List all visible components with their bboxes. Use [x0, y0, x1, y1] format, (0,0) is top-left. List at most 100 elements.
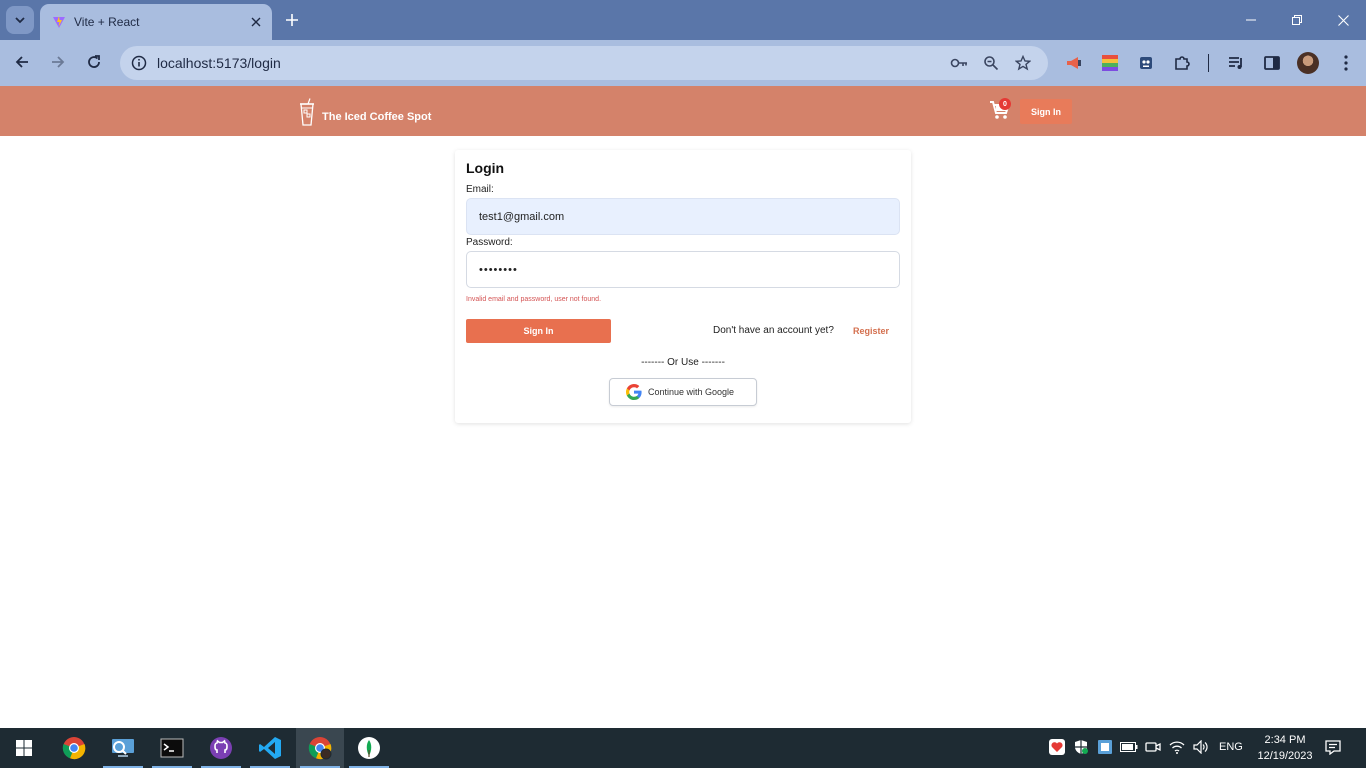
close-window-button[interactable]	[1320, 0, 1366, 40]
extensions-button[interactable]	[1170, 51, 1194, 75]
forward-arrow-icon	[52, 56, 65, 68]
github-desktop-icon	[210, 737, 232, 759]
start-button[interactable]	[0, 728, 48, 768]
cart-count-badge: 0	[999, 98, 1011, 110]
plus-icon	[286, 14, 298, 26]
camera-icon	[1145, 742, 1161, 752]
password-field[interactable]: ••••••••	[466, 251, 900, 288]
brand-link[interactable]: The Iced Coffee Spot	[298, 98, 431, 126]
forward-button[interactable]	[44, 48, 72, 76]
megaphone-extension-icon	[1067, 57, 1081, 69]
heart-icon	[1049, 739, 1065, 755]
back-button[interactable]	[8, 48, 36, 76]
iced-coffee-logo-icon	[300, 98, 314, 126]
site-info-button[interactable]	[128, 52, 150, 74]
tab-title: Vite + React	[74, 15, 140, 29]
email-label: Email:	[466, 184, 494, 195]
header-signin-button[interactable]: Sign In	[1020, 99, 1072, 124]
password-label: Password:	[466, 237, 513, 248]
notification-button[interactable]	[1324, 738, 1342, 756]
taskbar-terminal[interactable]	[148, 728, 196, 768]
key-icon	[950, 58, 967, 68]
robot-extension-icon	[1140, 57, 1152, 69]
site-header: The Iced Coffee Spot Sign In	[0, 86, 1366, 136]
color-palette-extension-button[interactable]	[1098, 51, 1122, 75]
back-arrow-icon	[15, 56, 28, 68]
zoom-icon	[984, 56, 999, 71]
battery-icon	[1120, 742, 1138, 752]
or-use-divider: ------- Or Use -------	[641, 357, 725, 368]
taskbar-chrome[interactable]	[50, 728, 98, 768]
bookmark-button[interactable]	[1012, 52, 1034, 74]
browser-tab[interactable]: Vite + React	[40, 4, 272, 40]
mongodb-compass-icon	[358, 737, 380, 759]
tab-search-button[interactable]	[6, 6, 34, 34]
tray-heart[interactable]	[1048, 738, 1066, 756]
color-palette-extension-icon	[1102, 55, 1118, 71]
register-link[interactable]: Register	[853, 326, 889, 336]
error-message: Invalid email and password, user not fou…	[466, 296, 602, 303]
chrome-icon	[62, 737, 86, 760]
signin-button[interactable]: Sign In	[466, 319, 611, 343]
address-bar[interactable]: localhost:5173/login	[120, 46, 1048, 80]
reload-icon	[88, 55, 100, 68]
browser-menu-button[interactable]	[1334, 51, 1358, 75]
google-signin-button[interactable]: Continue with Google	[609, 378, 757, 406]
side-panel-button[interactable]	[1260, 51, 1284, 75]
vite-icon	[53, 16, 65, 28]
restore-button[interactable]	[1274, 0, 1320, 40]
taskbar-mongodb-compass[interactable]	[345, 728, 393, 768]
browser-tabstrip: Vite + React	[0, 0, 1366, 40]
media-button[interactable]	[1224, 51, 1248, 75]
tray-camera[interactable]	[1144, 738, 1162, 756]
taskbar-github-desktop[interactable]	[197, 728, 245, 768]
taskbar-vscode[interactable]	[246, 728, 294, 768]
close-icon	[1337, 14, 1349, 26]
password-key-button[interactable]	[948, 52, 970, 74]
reload-button[interactable]	[80, 48, 108, 76]
browser-toolbar: localhost:5173/login	[0, 40, 1366, 86]
megaphone-extension-button[interactable]	[1062, 51, 1086, 75]
page-title: Login	[466, 160, 505, 176]
toolbar-separator	[1208, 54, 1209, 72]
google-icon	[626, 384, 642, 400]
login-card: Login Email: test1@gmail.com Password: •…	[455, 150, 911, 423]
google-signin-label: Continue with Google	[648, 387, 735, 397]
no-account-text: Don't have an account yet?	[713, 325, 834, 336]
minimize-icon	[1246, 19, 1256, 21]
vscode-icon	[259, 737, 281, 759]
robot-extension-button[interactable]	[1134, 51, 1158, 75]
language-indicator[interactable]: ENG	[1219, 741, 1243, 753]
minimize-button[interactable]	[1228, 0, 1274, 40]
chrome-profile-icon	[308, 737, 332, 760]
notification-icon	[1325, 740, 1341, 755]
close-icon	[251, 17, 261, 27]
taskbar-chrome-profile[interactable]	[296, 728, 344, 768]
chevron-down-icon	[15, 17, 25, 24]
avatar[interactable]	[1297, 52, 1319, 74]
zoom-button[interactable]	[980, 52, 1002, 74]
email-field[interactable]: test1@gmail.com	[466, 198, 900, 235]
remote-desktop-icon	[112, 739, 134, 757]
url-text: localhost:5173/login	[157, 55, 281, 71]
side-panel-icon	[1264, 56, 1280, 70]
clock[interactable]: 2:34 PM 12/19/2023	[1250, 732, 1320, 764]
terminal-icon	[160, 738, 184, 758]
tray-wifi[interactable]	[1168, 738, 1186, 756]
tray-battery[interactable]	[1120, 738, 1138, 756]
media-queue-icon	[1229, 57, 1242, 69]
info-icon	[131, 55, 147, 71]
tray-security[interactable]	[1072, 738, 1090, 756]
tray-volume[interactable]	[1192, 738, 1210, 756]
app-tray-icon	[1098, 740, 1112, 754]
tray-app[interactable]	[1096, 738, 1114, 756]
windows-start-icon	[16, 740, 32, 756]
tab-close-button[interactable]	[248, 14, 264, 30]
kebab-menu-icon	[1344, 55, 1348, 71]
taskbar-remote-desktop[interactable]	[99, 728, 147, 768]
brand-name: The Iced Coffee Spot	[322, 111, 432, 123]
volume-icon	[1193, 740, 1208, 754]
restore-icon	[1292, 15, 1302, 25]
clock-time: 2:34 PM	[1264, 734, 1306, 746]
new-tab-button[interactable]	[282, 10, 302, 30]
